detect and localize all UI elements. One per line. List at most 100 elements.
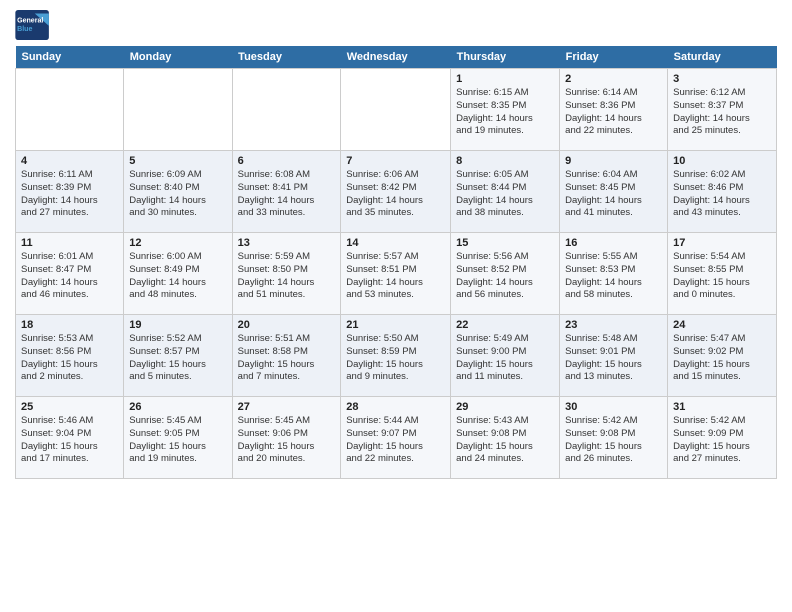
calendar-cell: 30 Sunrise: 5:42 AM Sunset: 9:08 PM Dayli…	[560, 397, 668, 479]
day-number: 23	[565, 319, 662, 331]
day-number: 2	[565, 73, 662, 85]
calendar-cell: 13 Sunrise: 5:59 AM Sunset: 8:50 PM Dayli…	[232, 233, 341, 315]
logo: General Blue	[15, 10, 51, 40]
logo-icon: General Blue	[15, 10, 51, 40]
day-info: Sunrise: 5:44 AM Sunset: 9:07 PM Dayligh…	[346, 415, 445, 466]
day-number: 22	[456, 319, 554, 331]
calendar-cell: 4Sunrise: 6:11 AM Sunset: 8:39 PM Daylig…	[16, 151, 124, 233]
day-number: 18	[21, 319, 118, 331]
calendar-cell: 24 Sunrise: 5:47 AM Sunset: 9:02 PM Dayli…	[668, 315, 777, 397]
calendar-week-4: 18 Sunrise: 5:53 AM Sunset: 8:56 PM Dayli…	[16, 315, 777, 397]
day-number: 15	[456, 237, 554, 249]
calendar-cell: 29 Sunrise: 5:43 AM Sunset: 9:08 PM Dayli…	[451, 397, 560, 479]
weekday-header-monday: Monday	[124, 46, 232, 69]
day-info: Sunrise: 6:01 AM Sunset: 8:47 PM Dayligh…	[21, 251, 118, 302]
day-number: 4	[21, 155, 118, 167]
weekday-header-row: SundayMondayTuesdayWednesdayThursdayFrid…	[16, 46, 777, 69]
day-number: 16	[565, 237, 662, 249]
day-number: 19	[129, 319, 226, 331]
calendar-cell: 21 Sunrise: 5:50 AM Sunset: 8:59 PM Dayli…	[341, 315, 451, 397]
calendar-cell: 25 Sunrise: 5:46 AM Sunset: 9:04 PM Dayli…	[16, 397, 124, 479]
weekday-header-thursday: Thursday	[451, 46, 560, 69]
day-info: Sunrise: 5:45 AM Sunset: 9:06 PM Dayligh…	[238, 415, 336, 466]
calendar-cell: 8 Sunrise: 6:05 AM Sunset: 8:44 PM Daylig…	[451, 151, 560, 233]
day-number: 13	[238, 237, 336, 249]
calendar-cell: 15 Sunrise: 5:56 AM Sunset: 8:52 PM Dayli…	[451, 233, 560, 315]
day-info: Sunrise: 5:52 AM Sunset: 8:57 PM Dayligh…	[129, 333, 226, 384]
weekday-header-sunday: Sunday	[16, 46, 124, 69]
day-number: 25	[21, 401, 118, 413]
day-number: 8	[456, 155, 554, 167]
day-number: 21	[346, 319, 445, 331]
day-info: Sunrise: 5:47 AM Sunset: 9:02 PM Dayligh…	[673, 333, 771, 384]
day-number: 28	[346, 401, 445, 413]
calendar-cell: 22 Sunrise: 5:49 AM Sunset: 9:00 PM Dayli…	[451, 315, 560, 397]
day-info: Sunrise: 5:57 AM Sunset: 8:51 PM Dayligh…	[346, 251, 445, 302]
day-number: 9	[565, 155, 662, 167]
day-number: 10	[673, 155, 771, 167]
calendar-cell: 12 Sunrise: 6:00 AM Sunset: 8:49 PM Dayli…	[124, 233, 232, 315]
calendar-cell: 18 Sunrise: 5:53 AM Sunset: 8:56 PM Dayli…	[16, 315, 124, 397]
calendar-cell	[232, 69, 341, 151]
day-number: 30	[565, 401, 662, 413]
calendar-cell: 1 Sunrise: 6:15 AM Sunset: 8:35 PM Daylig…	[451, 69, 560, 151]
calendar-table: SundayMondayTuesdayWednesdayThursdayFrid…	[15, 46, 777, 479]
weekday-header-tuesday: Tuesday	[232, 46, 341, 69]
day-info: Sunrise: 5:55 AM Sunset: 8:53 PM Dayligh…	[565, 251, 662, 302]
day-number: 27	[238, 401, 336, 413]
calendar-cell: 20 Sunrise: 5:51 AM Sunset: 8:58 PM Dayli…	[232, 315, 341, 397]
day-number: 24	[673, 319, 771, 331]
calendar-cell: 11 Sunrise: 6:01 AM Sunset: 8:47 PM Dayli…	[16, 233, 124, 315]
day-info: Sunrise: 5:59 AM Sunset: 8:50 PM Dayligh…	[238, 251, 336, 302]
calendar-cell	[16, 69, 124, 151]
day-info: Sunrise: 5:42 AM Sunset: 9:09 PM Dayligh…	[673, 415, 771, 466]
calendar-cell: 10 Sunrise: 6:02 AM Sunset: 8:46 PM Dayli…	[668, 151, 777, 233]
calendar-cell: 9Sunrise: 6:04 AM Sunset: 8:45 PM Daylig…	[560, 151, 668, 233]
calendar-cell: 3 Sunrise: 6:12 AM Sunset: 8:37 PM Daylig…	[668, 69, 777, 151]
weekday-header-friday: Friday	[560, 46, 668, 69]
calendar-cell: 26Sunrise: 5:45 AM Sunset: 9:05 PM Dayli…	[124, 397, 232, 479]
day-number: 12	[129, 237, 226, 249]
day-number: 7	[346, 155, 445, 167]
calendar-week-3: 11 Sunrise: 6:01 AM Sunset: 8:47 PM Dayli…	[16, 233, 777, 315]
calendar-cell: 17Sunrise: 5:54 AM Sunset: 8:55 PM Dayli…	[668, 233, 777, 315]
day-number: 1	[456, 73, 554, 85]
day-info: Sunrise: 6:05 AM Sunset: 8:44 PM Dayligh…	[456, 169, 554, 220]
calendar-cell: 14 Sunrise: 5:57 AM Sunset: 8:51 PM Dayli…	[341, 233, 451, 315]
svg-text:General: General	[17, 17, 43, 24]
calendar-cell	[341, 69, 451, 151]
day-info: Sunrise: 6:00 AM Sunset: 8:49 PM Dayligh…	[129, 251, 226, 302]
day-info: Sunrise: 6:15 AM Sunset: 8:35 PM Dayligh…	[456, 87, 554, 138]
calendar-cell: 27 Sunrise: 5:45 AM Sunset: 9:06 PM Dayli…	[232, 397, 341, 479]
day-info: Sunrise: 6:09 AM Sunset: 8:40 PM Dayligh…	[129, 169, 226, 220]
day-info: Sunrise: 5:42 AM Sunset: 9:08 PM Dayligh…	[565, 415, 662, 466]
svg-text:Blue: Blue	[17, 26, 32, 33]
calendar-cell	[124, 69, 232, 151]
day-info: Sunrise: 6:02 AM Sunset: 8:46 PM Dayligh…	[673, 169, 771, 220]
day-number: 11	[21, 237, 118, 249]
calendar-cell: 16 Sunrise: 5:55 AM Sunset: 8:53 PM Dayli…	[560, 233, 668, 315]
day-number: 3	[673, 73, 771, 85]
day-info: Sunrise: 5:56 AM Sunset: 8:52 PM Dayligh…	[456, 251, 554, 302]
weekday-header-wednesday: Wednesday	[341, 46, 451, 69]
calendar-cell: 19 Sunrise: 5:52 AM Sunset: 8:57 PM Dayli…	[124, 315, 232, 397]
day-info: Sunrise: 6:12 AM Sunset: 8:37 PM Dayligh…	[673, 87, 771, 138]
calendar-cell: 31 Sunrise: 5:42 AM Sunset: 9:09 PM Dayli…	[668, 397, 777, 479]
day-info: Sunrise: 5:49 AM Sunset: 9:00 PM Dayligh…	[456, 333, 554, 384]
day-number: 31	[673, 401, 771, 413]
weekday-header-saturday: Saturday	[668, 46, 777, 69]
day-info: Sunrise: 5:51 AM Sunset: 8:58 PM Dayligh…	[238, 333, 336, 384]
page-header: General Blue	[15, 10, 777, 40]
day-number: 26	[129, 401, 226, 413]
day-number: 29	[456, 401, 554, 413]
day-number: 20	[238, 319, 336, 331]
day-number: 14	[346, 237, 445, 249]
day-info: Sunrise: 5:50 AM Sunset: 8:59 PM Dayligh…	[346, 333, 445, 384]
calendar-cell: 6Sunrise: 6:08 AM Sunset: 8:41 PM Daylig…	[232, 151, 341, 233]
calendar-cell: 2Sunrise: 6:14 AM Sunset: 8:36 PM Daylig…	[560, 69, 668, 151]
day-number: 5	[129, 155, 226, 167]
day-info: Sunrise: 5:46 AM Sunset: 9:04 PM Dayligh…	[21, 415, 118, 466]
day-info: Sunrise: 5:43 AM Sunset: 9:08 PM Dayligh…	[456, 415, 554, 466]
day-info: Sunrise: 5:53 AM Sunset: 8:56 PM Dayligh…	[21, 333, 118, 384]
day-info: Sunrise: 6:06 AM Sunset: 8:42 PM Dayligh…	[346, 169, 445, 220]
